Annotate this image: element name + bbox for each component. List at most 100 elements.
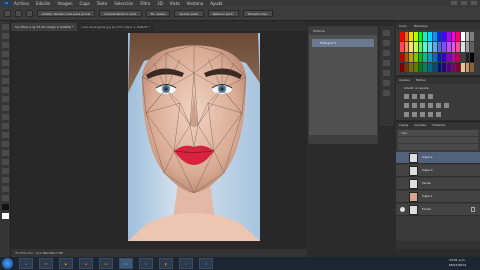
- path-select-tool-icon[interactable]: [2, 168, 9, 174]
- tab-styles[interactable]: Estilos: [416, 77, 426, 84]
- info-panel-icon[interactable]: [383, 80, 390, 86]
- swatch[interactable]: [409, 62, 414, 72]
- gradient-tool-icon[interactable]: [2, 123, 9, 129]
- menu-filter[interactable]: Filtro: [140, 1, 150, 6]
- swatch[interactable]: [404, 32, 409, 42]
- swatch[interactable]: [414, 62, 418, 72]
- taskbar-explorer-icon[interactable]: ▭: [39, 258, 53, 269]
- swatch[interactable]: [465, 62, 470, 72]
- selective-color-icon[interactable]: [436, 112, 441, 117]
- swatch[interactable]: [437, 62, 442, 72]
- lasso-tool-icon[interactable]: [2, 42, 9, 48]
- type-tool-icon[interactable]: [2, 159, 9, 165]
- swatch[interactable]: [423, 32, 428, 42]
- maximize-button[interactable]: [461, 1, 467, 5]
- swatch[interactable]: [400, 32, 404, 42]
- tab-channels[interactable]: Canales: [414, 122, 426, 129]
- swatch[interactable]: [456, 32, 460, 42]
- swatch[interactable]: [451, 32, 456, 42]
- marquee-tool-icon[interactable]: [2, 33, 9, 39]
- shape-tool-icon[interactable]: [2, 177, 9, 183]
- visibility-eye-icon[interactable]: [400, 181, 405, 186]
- paragraph-panel-icon[interactable]: [383, 60, 390, 66]
- menu-layer[interactable]: Capa: [80, 1, 90, 6]
- swatch[interactable]: [460, 32, 465, 42]
- swatch[interactable]: [442, 52, 446, 62]
- swatch[interactable]: [418, 62, 423, 72]
- swatch[interactable]: [414, 32, 418, 42]
- taskbar-media-icon[interactable]: ▶: [59, 258, 73, 269]
- layer-row[interactable]: Capa 1: [396, 191, 480, 203]
- swatch[interactable]: [409, 42, 414, 52]
- swatch[interactable]: [400, 52, 404, 62]
- swatch[interactable]: [414, 42, 418, 52]
- swatch[interactable]: [432, 52, 437, 62]
- zoom-all-windows-checkbox[interactable]: Ampliar/Reducir vent.: [99, 10, 142, 17]
- actual-pixels-button[interactable]: Px. reales: [145, 10, 171, 17]
- crop-tool-icon[interactable]: [2, 60, 9, 66]
- swatch[interactable]: [465, 52, 470, 62]
- taskbar-illustrator-icon[interactable]: Ai: [99, 258, 113, 269]
- system-clock[interactable]: 23:51 p.m. 25/07/2014: [449, 258, 466, 268]
- pen-tool-icon[interactable]: [2, 150, 9, 156]
- swatch[interactable]: [404, 42, 409, 52]
- brush-panel-icon[interactable]: [383, 70, 390, 76]
- history-panel-icon[interactable]: [383, 30, 390, 36]
- swatch[interactable]: [428, 32, 432, 42]
- swatch[interactable]: [400, 42, 404, 52]
- menu-type[interactable]: Texto: [97, 1, 108, 6]
- fill-screen-button[interactable]: Rellenar pant.: [207, 10, 239, 17]
- swatch[interactable]: [465, 32, 470, 42]
- hue-saturation-icon[interactable]: [412, 103, 417, 108]
- blend-mode-row[interactable]: [398, 137, 478, 143]
- layer-row[interactable]: Fondo: [396, 204, 480, 216]
- layer-row[interactable]: Verde: [396, 178, 480, 190]
- zoom-tool-icon[interactable]: [4, 10, 11, 17]
- swatch[interactable]: [446, 62, 451, 72]
- menu-file[interactable]: Archivo: [14, 1, 29, 6]
- taskbar-firefox-icon[interactable]: ◐: [159, 258, 173, 269]
- black-white-icon[interactable]: [428, 103, 433, 108]
- eraser-tool-icon[interactable]: [2, 114, 9, 120]
- close-button[interactable]: [471, 1, 477, 5]
- visibility-eye-icon[interactable]: [400, 155, 405, 160]
- menu-view[interactable]: Vista: [170, 1, 180, 6]
- properties-panel-icon[interactable]: [383, 40, 390, 46]
- swatch[interactable]: [418, 52, 423, 62]
- document-canvas[interactable]: [128, 33, 260, 241]
- swatch[interactable]: [423, 62, 428, 72]
- levels-icon[interactable]: [412, 94, 417, 99]
- minimize-button[interactable]: [451, 1, 457, 5]
- menu-help[interactable]: Ayuda: [210, 1, 222, 6]
- swatch[interactable]: [428, 52, 432, 62]
- menu-edit[interactable]: Edición: [36, 1, 50, 6]
- swatch[interactable]: [446, 52, 451, 62]
- curves-icon[interactable]: [420, 94, 425, 99]
- zoom-out-icon[interactable]: [26, 10, 33, 17]
- swatch[interactable]: [423, 42, 428, 52]
- swatch[interactable]: [442, 32, 446, 42]
- history-brush-tool-icon[interactable]: [2, 105, 9, 111]
- vibrance-icon[interactable]: [404, 103, 409, 108]
- move-tool-icon[interactable]: [2, 24, 9, 30]
- swatch[interactable]: [404, 52, 409, 62]
- swatch[interactable]: [446, 42, 451, 52]
- visibility-eye-icon[interactable]: [400, 168, 405, 173]
- posterize-icon[interactable]: [412, 112, 417, 117]
- taskbar-skype-icon[interactable]: S: [199, 258, 213, 269]
- swatch[interactable]: [446, 32, 451, 42]
- background-color-icon[interactable]: [2, 213, 9, 219]
- taskbar-photoshop-icon[interactable]: Ps: [119, 258, 133, 269]
- taskbar-word-icon[interactable]: W: [139, 258, 153, 269]
- swatch[interactable]: [432, 32, 437, 42]
- resize-windows-checkbox[interactable]: Limitar tamaño max para pincel: [37, 10, 96, 17]
- threshold-icon[interactable]: [420, 112, 425, 117]
- swatch[interactable]: [451, 52, 456, 62]
- swatch[interactable]: [404, 62, 409, 72]
- swatch[interactable]: [442, 62, 446, 72]
- swatch[interactable]: [432, 42, 437, 52]
- quick-select-tool-icon[interactable]: [2, 51, 9, 57]
- tab-document-inactive[interactable]: cara-divergente.jpg @ 25% (Capa 1, RGB/8…: [77, 23, 155, 31]
- lock-row[interactable]: [398, 144, 478, 150]
- photo-filter-icon[interactable]: [436, 103, 441, 108]
